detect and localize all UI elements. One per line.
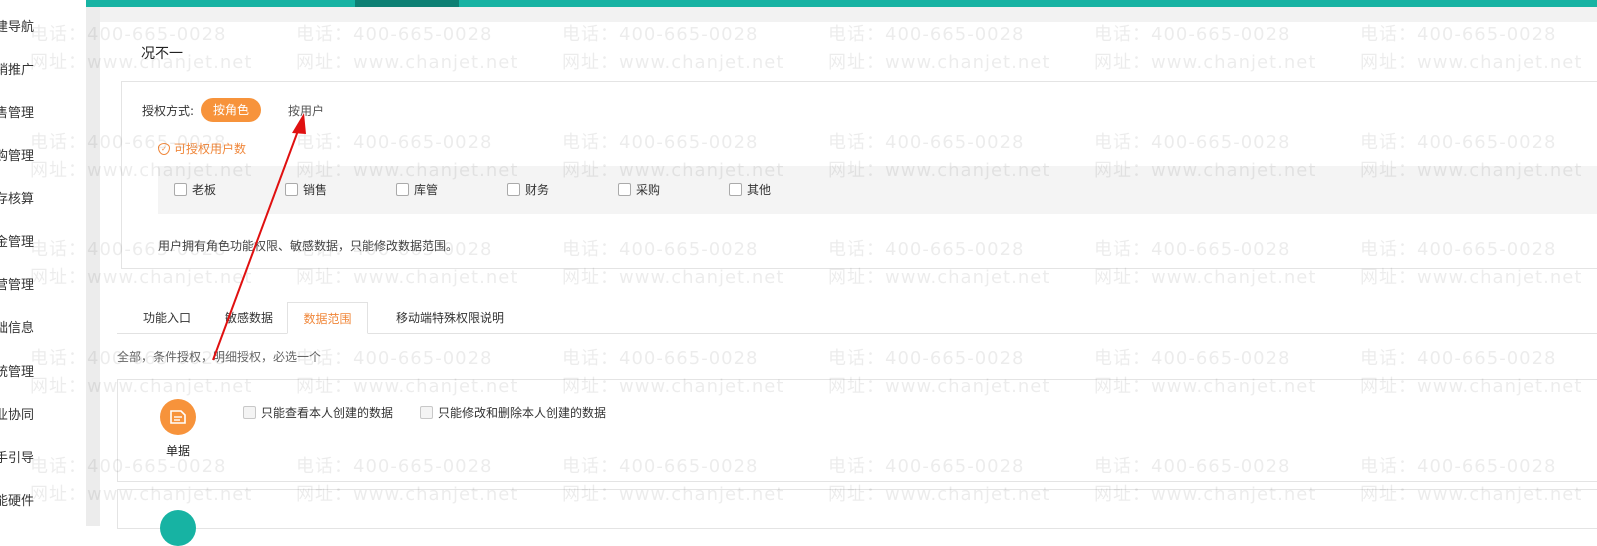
arrow-head xyxy=(292,113,306,134)
arrow-shaft xyxy=(212,127,300,361)
annotation-arrow xyxy=(212,113,306,361)
